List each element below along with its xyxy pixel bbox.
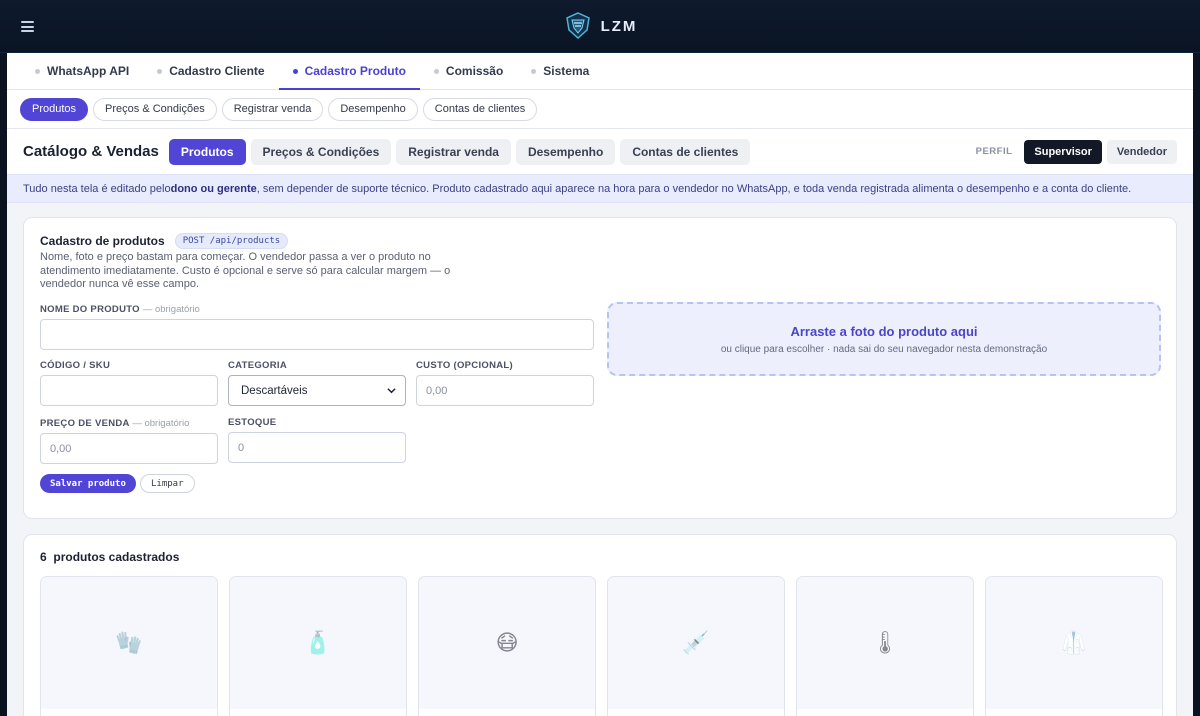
syringe-icon: 💉	[682, 630, 710, 655]
form-title-row: Cadastro de produtos POST /api/products	[40, 233, 289, 249]
api-endpoint-badge: POST /api/products	[174, 233, 289, 249]
tab-cadastro-produto[interactable]: Cadastro Produto	[278, 53, 421, 90]
page-content: WhatsApp API Cadastro Cliente Cadastro P…	[7, 53, 1193, 716]
role-supervisor-button[interactable]: Supervisor	[1024, 139, 1102, 164]
tab-dot-icon	[35, 68, 40, 74]
pill-desempenho[interactable]: Desempenho	[328, 97, 418, 121]
shield-logo-icon	[565, 12, 590, 40]
form-description: Nome, foto e preço bastam para começar. …	[40, 251, 451, 290]
menu-icon[interactable]	[21, 21, 34, 32]
tab-whatsapp-api[interactable]: WhatsApp API	[21, 53, 143, 89]
segment-contas-de-clientes[interactable]: Contas de clientes	[620, 138, 751, 165]
category-label: CATEGORIA	[228, 360, 287, 371]
product-grid: 🧤 🧴 😷 💉 🌡 🥼	[40, 576, 1163, 716]
products-count-label: produtos cadastrados	[53, 550, 180, 564]
tab-dot-icon	[433, 68, 439, 74]
tab-label: Sistema	[543, 64, 590, 78]
page-title: Catálogo & Vendas	[23, 143, 159, 160]
price-label-text: PREÇO DE VENDA	[40, 418, 130, 429]
products-list-card: 6 produtos cadastrados 🧤 🧴 😷 💉 🌡 🥼	[23, 534, 1177, 716]
cost-input[interactable]	[416, 375, 594, 406]
product-card[interactable]: 🥼	[985, 576, 1163, 716]
products-count-title: 6 produtos cadastrados	[40, 550, 179, 564]
stock-label: ESTOQUE	[228, 417, 277, 428]
product-name-input[interactable]	[40, 319, 594, 350]
products-count: 6	[40, 550, 47, 564]
notice-text-start: Tudo nesta tela é editado pelo	[23, 182, 171, 195]
sku-label: CÓDIGO / SKU	[40, 360, 111, 371]
segment-desempenho[interactable]: Desempenho	[515, 138, 616, 165]
stock-input[interactable]	[228, 432, 406, 463]
dropzone-subtitle: ou clique para escolher · nada sai do se…	[720, 343, 1048, 355]
bottle-icon: 🧴	[304, 630, 332, 655]
category-selected-value: Descartáveis	[241, 384, 308, 397]
thermometer-icon: 🌡	[871, 630, 899, 655]
price-input[interactable]	[40, 433, 218, 464]
tab-label: Comissão	[445, 64, 504, 78]
segment-registrar-venda[interactable]: Registrar venda	[396, 138, 511, 165]
form-title: Cadastro de produtos	[40, 234, 165, 248]
price-label: PREÇO DE VENDA — obrigatório	[40, 418, 189, 429]
required-note: — obrigatório	[142, 304, 200, 315]
pill-registrar-venda[interactable]: Registrar venda	[221, 97, 324, 121]
sub-nav-pills: Produtos Preços & Condições Registrar ve…	[7, 90, 1193, 129]
product-card[interactable]: 🧴	[229, 576, 407, 716]
info-notice: Tudo nesta tela é editado pelo dono ou g…	[7, 174, 1193, 203]
pill-produtos[interactable]: Produtos	[20, 97, 89, 121]
pill-precos-condicoes[interactable]: Preços & Condições	[93, 97, 217, 121]
save-product-button[interactable]: Salvar produto	[40, 474, 136, 493]
tab-dot-icon	[292, 68, 298, 74]
tab-dot-icon	[157, 68, 163, 74]
category-select[interactable]: Descartáveis	[228, 375, 406, 406]
perfil-label: PERFIL	[975, 146, 1013, 157]
product-thumbnail: 🧤	[41, 577, 217, 709]
product-thumbnail: 😷	[419, 577, 595, 709]
product-thumbnail: 🧴	[230, 577, 406, 709]
app-frame: LZM WhatsApp API Cadastro Cliente Cadast…	[0, 0, 1200, 716]
photo-dropzone[interactable]: Arraste a foto do produto aqui ou clique…	[607, 302, 1161, 376]
glove-icon: 🧤	[115, 630, 143, 655]
tab-label: Cadastro Produto	[304, 64, 406, 78]
product-thumbnail: 💉	[608, 577, 784, 709]
clear-button[interactable]: Limpar	[140, 474, 195, 493]
chevron-down-icon	[387, 388, 396, 394]
notice-text-end: , sem depender de suporte técnico. Produ…	[256, 182, 1132, 195]
tab-sistema[interactable]: Sistema	[517, 53, 603, 89]
sku-input[interactable]	[40, 375, 218, 406]
required-note: — obrigatório	[132, 418, 190, 429]
mask-face-icon: 😷	[495, 630, 519, 655]
name-label-text: NOME DO PRODUTO	[40, 304, 140, 315]
product-form-card: Cadastro de produtos POST /api/products …	[23, 217, 1177, 519]
section-header: Catálogo & Vendas Produtos Preços & Cond…	[7, 129, 1193, 174]
product-card[interactable]: 🧤	[40, 576, 218, 716]
lab-coat-icon: 🥼	[1060, 630, 1088, 655]
tab-label: Cadastro Cliente	[169, 64, 265, 78]
name-label: NOME DO PRODUTO — obrigatório	[40, 304, 200, 315]
top-bar: LZM	[0, 0, 1200, 53]
tab-label: WhatsApp API	[47, 64, 130, 78]
notice-bold: dono ou gerente	[170, 182, 257, 195]
role-vendedor-button[interactable]: Vendedor	[1106, 139, 1177, 164]
tab-cadastro-cliente[interactable]: Cadastro Cliente	[143, 53, 278, 89]
product-thumbnail: 🥼	[986, 577, 1162, 709]
product-card[interactable]: 💉	[607, 576, 785, 716]
dropzone-title: Arraste a foto do produto aqui	[790, 323, 978, 339]
product-card[interactable]: 😷	[418, 576, 596, 716]
tab-comissao[interactable]: Comissão	[420, 53, 517, 89]
product-card[interactable]: 🌡	[796, 576, 974, 716]
pill-contas-de-clientes[interactable]: Contas de clientes	[422, 97, 538, 121]
cost-label: CUSTO (OPCIONAL)	[416, 360, 513, 371]
brand-name: LZM	[600, 17, 638, 35]
product-thumbnail: 🌡	[797, 577, 973, 709]
brand-logo: LZM	[563, 11, 638, 41]
segment-precos-condicoes[interactable]: Preços & Condições	[250, 138, 392, 165]
main-tabs: WhatsApp API Cadastro Cliente Cadastro P…	[7, 53, 1193, 90]
segment-produtos[interactable]: Produtos	[168, 138, 246, 165]
tab-dot-icon	[531, 68, 537, 74]
